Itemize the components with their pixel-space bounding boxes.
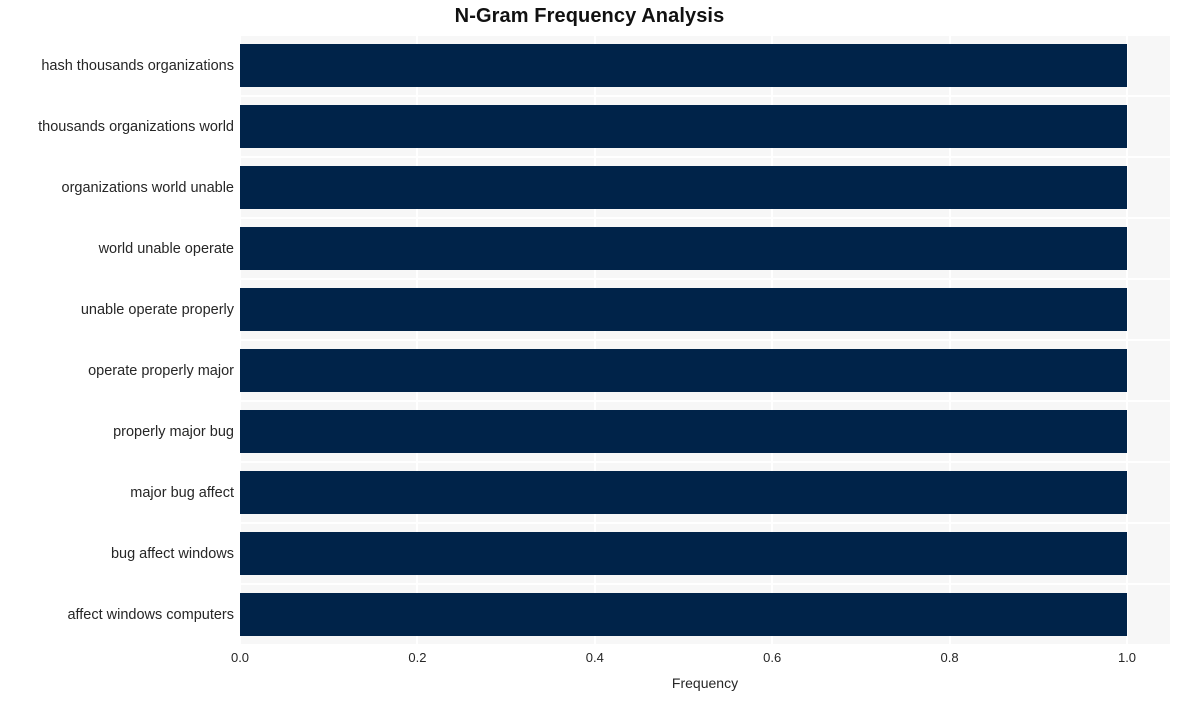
y-tick-label: unable operate properly: [80, 301, 234, 318]
horizontal-gridline: [240, 217, 1170, 219]
y-tick-label: properly major bug: [113, 423, 234, 440]
horizontal-gridline: [240, 156, 1170, 158]
y-tick-label: hash thousands organizations: [41, 57, 234, 74]
x-tick-label: 0.6: [763, 650, 782, 665]
x-axis-title: Frequency: [671, 675, 739, 691]
bar: [240, 287, 1127, 332]
bar: [240, 592, 1127, 637]
plot-area: [240, 35, 1170, 645]
bar: [240, 165, 1127, 210]
chart-title: N-Gram Frequency Analysis: [454, 5, 725, 27]
y-tick-label: operate properly major: [88, 362, 234, 379]
bar: [240, 531, 1127, 576]
y-tick-label: bug affect windows: [110, 545, 234, 562]
y-axis-tick-labels: hash thousands organizations thousands or…: [0, 35, 234, 645]
ngram-frequency-bar-chart: N-Gram Frequency Analysis hash thousands…: [0, 0, 1179, 701]
y-tick-label: thousands organizations world: [38, 118, 234, 135]
bar: [240, 348, 1127, 393]
y-tick-label: world unable operate: [98, 240, 234, 257]
horizontal-gridline: [240, 278, 1170, 280]
x-tick-label: 0.8: [940, 650, 959, 665]
horizontal-gridline: [240, 461, 1170, 463]
bar: [240, 226, 1127, 271]
bar: [240, 470, 1127, 515]
horizontal-gridline: [240, 400, 1170, 402]
horizontal-gridline: [240, 522, 1170, 524]
bar: [240, 409, 1127, 454]
x-tick-label: 1.0: [1117, 650, 1137, 665]
horizontal-gridline: [240, 644, 1170, 645]
y-tick-label: major bug affect: [130, 484, 234, 501]
horizontal-gridline: [240, 339, 1170, 341]
horizontal-gridline: [240, 35, 1170, 36]
x-tick-label: 0.4: [585, 650, 604, 665]
horizontal-gridline: [240, 95, 1170, 97]
x-tick-label: 0.2: [408, 650, 427, 665]
x-tick-label: 0.0: [230, 650, 250, 665]
bar: [240, 104, 1127, 149]
y-tick-label: affect windows computers: [67, 606, 234, 623]
horizontal-gridline: [240, 583, 1170, 585]
x-axis-tick-labels: 0.0 0.2 0.4 0.6 0.8 1.0: [0, 650, 1179, 670]
bar: [240, 43, 1127, 88]
y-tick-label: organizations world unable: [61, 179, 235, 196]
